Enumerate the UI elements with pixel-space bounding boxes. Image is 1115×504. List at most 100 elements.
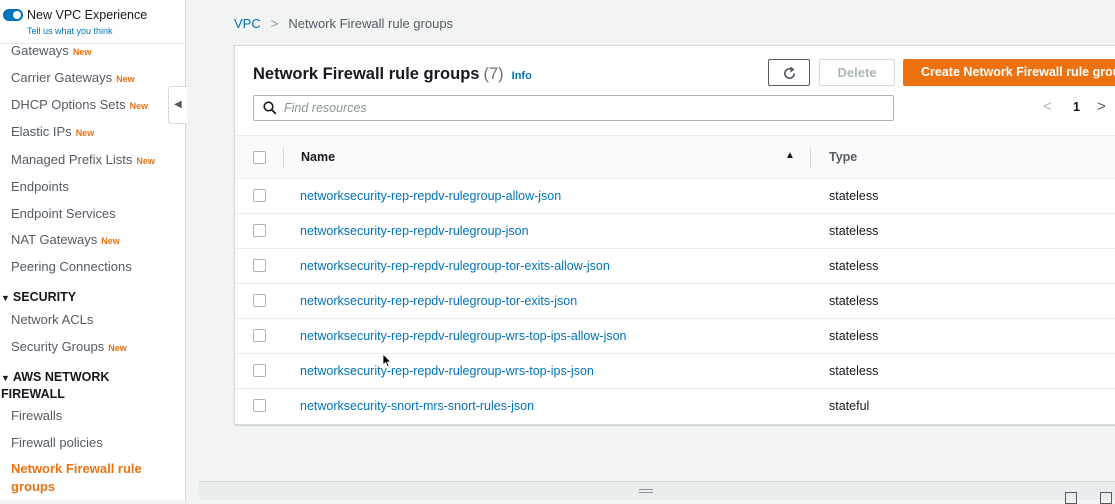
sidebar-item-label: Network ACLs [11, 312, 94, 327]
search-icon [263, 101, 277, 115]
sidebar-item-label: Carrier Gateways [11, 70, 113, 85]
sidebar-item-elastic-ips[interactable]: Elastic IPs New [11, 124, 94, 139]
table-row: networksecurity-rep-repdv-rulegroup-wrs-… [235, 354, 1115, 389]
sidebar-item-nat-gateways[interactable]: NAT Gateways New [11, 232, 120, 247]
rule-group-name-link[interactable]: networksecurity-rep-repdv-rulegroup-tor-… [300, 294, 577, 308]
caret-down-icon: ▼ [1, 373, 10, 383]
refresh-icon [784, 66, 796, 80]
table-row: networksecurity-rep-repdv-rulegroup-tor-… [235, 284, 1115, 319]
new-badge: New [116, 74, 135, 84]
row-checkbox[interactable] [253, 329, 266, 342]
page-title: Network Firewall rule groups (7) Info [253, 65, 532, 84]
sidebar-item-firewall-policies[interactable]: Firewall policies [11, 435, 103, 450]
rule-group-name-link[interactable]: networksecurity-rep-repdv-rulegroup-tor-… [300, 259, 610, 273]
split-panel-bar[interactable] [199, 481, 1115, 504]
column-header-type[interactable]: Type [829, 150, 857, 164]
sidebar-item-label: DHCP Options Sets [11, 97, 126, 112]
rule-group-count: (7) [483, 65, 504, 83]
search-input[interactable] [284, 99, 874, 117]
sidebar-item-label: Gateways [11, 43, 69, 58]
caret-down-icon: ▼ [1, 293, 10, 303]
select-all-checkbox[interactable] [253, 151, 266, 164]
rule-group-type: stateless [829, 294, 879, 308]
sidebar-item-label: NAT Gateways [11, 232, 98, 247]
sidebar-section-aws-network-firewall[interactable]: ▼ AWS NETWORK FIREWALL [1, 369, 141, 402]
sidebar-item-label: Network Firewall rule groups [11, 461, 142, 494]
current-page-number[interactable]: 1 [1073, 100, 1080, 114]
chevron-right-icon: > [1097, 98, 1106, 115]
sidebar-section-label: SECURITY [12, 290, 77, 304]
previous-page-button[interactable]: < [1043, 98, 1052, 115]
sidebar-section-label: AWS NETWORK FIREWALL [1, 370, 110, 401]
sidebar-item-label: Security Groups [11, 339, 105, 354]
row-checkbox[interactable] [253, 189, 266, 202]
sidebar-item-gateways[interactable]: Gateways New [11, 43, 91, 58]
table-header: Name ▲ Type [235, 135, 1115, 179]
sidebar-navigation: New VPC Experience Tell us what you thin… [0, 0, 186, 500]
row-checkbox[interactable] [253, 259, 266, 272]
column-divider [810, 147, 811, 169]
sidebar-item-managed-prefix-lists[interactable]: Managed Prefix Lists New [11, 152, 155, 167]
rule-group-type: stateless [829, 259, 879, 273]
sidebar-item-firewalls[interactable]: Firewalls [11, 408, 62, 423]
sidebar-item-network-firewall-rule-groups[interactable]: Network Firewall rule groups [11, 460, 161, 496]
sidebar-item-label: Firewalls [11, 408, 63, 423]
table-row: networksecurity-rep-repdv-rulegroup-json… [235, 214, 1115, 249]
new-badge: New [129, 101, 149, 111]
panel-mode-icon[interactable] [1065, 492, 1077, 504]
row-checkbox[interactable] [253, 399, 266, 412]
rule-group-name-link[interactable]: networksecurity-rep-repdv-rulegroup-allo… [300, 189, 561, 203]
breadcrumb: VPC > Network Firewall rule groups [234, 16, 453, 31]
new-vpc-experience-toggle[interactable] [3, 9, 23, 21]
sidebar-item-endpoints[interactable]: Endpoints [11, 179, 69, 194]
sidebar-section-security[interactable]: ▼ SECURITY [1, 289, 76, 306]
rule-group-name-link[interactable]: networksecurity-snort-mrs-snort-rules-js… [300, 399, 534, 413]
info-link[interactable]: Info [512, 70, 532, 82]
table-row: networksecurity-rep-repdv-rulegroup-allo… [235, 179, 1115, 214]
sidebar-item-endpoint-services[interactable]: Endpoint Services [11, 206, 116, 221]
rule-group-name-link[interactable]: networksecurity-rep-repdv-rulegroup-wrs-… [300, 364, 594, 378]
table-row: networksecurity-rep-repdv-rulegroup-tor-… [235, 249, 1115, 284]
new-vpc-experience-banner: New VPC Experience Tell us what you thin… [0, 0, 185, 44]
next-page-button[interactable]: > [1097, 98, 1106, 115]
sidebar-item-peering-connections[interactable]: Peering Connections [11, 259, 132, 274]
rule-group-type: stateless [829, 189, 879, 203]
sidebar-item-label: Peering Connections [11, 259, 132, 274]
sidebar-item-network-acls[interactable]: Network ACLs [11, 312, 93, 327]
table-row: networksecurity-rep-repdv-rulegroup-wrs-… [235, 319, 1115, 354]
search-box [253, 95, 894, 121]
rule-group-type: stateless [829, 224, 879, 238]
delete-button[interactable]: Delete [819, 59, 895, 86]
create-rule-group-button[interactable]: Create Network Firewall rule group [903, 59, 1115, 86]
drag-handle-icon[interactable] [639, 489, 653, 490]
sidebar-item-dhcp-options-sets[interactable]: DHCP Options Sets New [11, 97, 148, 112]
new-badge: New [72, 47, 92, 57]
row-checkbox[interactable] [253, 224, 266, 237]
sidebar-item-carrier-gateways[interactable]: Carrier Gateways New [11, 70, 135, 85]
sort-ascending-icon[interactable]: ▲ [785, 150, 795, 161]
row-checkbox[interactable] [253, 294, 266, 307]
caret-left-icon: ◀ [174, 99, 182, 110]
collapse-sidebar-button[interactable]: ◀ [168, 86, 187, 124]
new-badge: New [101, 236, 120, 246]
chevron-right-icon: > [270, 16, 279, 31]
column-divider [283, 147, 284, 169]
refresh-button[interactable] [768, 59, 810, 86]
row-checkbox[interactable] [253, 364, 266, 377]
sidebar-item-security-groups[interactable]: Security Groups New [11, 339, 127, 354]
rule-group-name-link[interactable]: networksecurity-rep-repdv-rulegroup-json [300, 224, 529, 238]
rule-group-type: stateful [829, 399, 870, 413]
panel-title-text: Network Firewall rule groups [253, 65, 480, 83]
feedback-link[interactable]: Tell us what you think [27, 26, 113, 36]
rule-group-name-link[interactable]: networksecurity-rep-repdv-rulegroup-wrs-… [300, 329, 627, 343]
breadcrumb-current: Network Firewall rule groups [288, 16, 454, 31]
sidebar-item-label: Managed Prefix Lists [11, 152, 133, 167]
breadcrumb-vpc-link[interactable]: VPC [234, 16, 261, 31]
panel-mode-icon[interactable] [1100, 492, 1112, 504]
column-header-name[interactable]: Name [301, 150, 335, 164]
mouse-pointer-icon [382, 353, 392, 368]
sidebar-item-label: Endpoint Services [11, 206, 116, 221]
new-vpc-experience-title: New VPC Experience [27, 8, 148, 22]
sidebar-item-label: Endpoints [11, 179, 69, 194]
sidebar-item-label: Elastic IPs [11, 124, 72, 139]
